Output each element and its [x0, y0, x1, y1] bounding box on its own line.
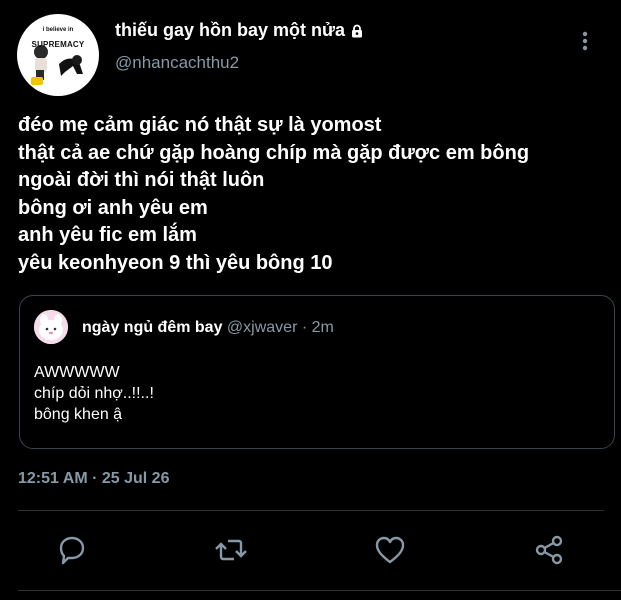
lock-icon: [352, 24, 363, 37]
avatar-text-main: SUPREMACY: [31, 40, 85, 49]
tweet-line: yêu keonhyeon 9 thì yêu bông 10: [18, 251, 333, 274]
tweet-line: thật cả ae chứ gặp hoàng chíp mà gặp đượ…: [18, 141, 530, 164]
quoted-line: AWWWWW: [34, 364, 120, 381]
avatar-text-top: i believe in: [42, 27, 74, 33]
tweet-line: đéo mẹ cảm giác nó thật sự là yomost: [18, 114, 382, 136]
quoted-text: AWWWWW chíp dỏi nhợ..!!..! bông khen ậ: [34, 362, 154, 425]
reply-icon[interactable]: [55, 533, 89, 567]
author-name-row: thiếu gay hồn bay một nửa: [115, 20, 364, 41]
quoted-display-name[interactable]: ngày ngủ đêm bay: [82, 319, 222, 336]
tweet-line: ngoài đời thì nói thật luôn: [18, 169, 265, 191]
quoted-author-avatar[interactable]: [34, 310, 68, 344]
like-icon[interactable]: [373, 533, 407, 567]
author-handle[interactable]: @nhancachthu2: [115, 53, 239, 73]
tweet-line: anh yêu fic em lắm: [18, 224, 197, 246]
tweet-line: bông ơi anh yêu em: [18, 196, 208, 219]
tweet-timestamp[interactable]: 12:51 AM · 25 Jul 26: [18, 470, 169, 488]
quoted-avatar-illustration: [34, 310, 68, 344]
author-display-name[interactable]: thiếu gay hồn bay một nửa: [115, 20, 345, 41]
quoted-handle-time: @xjwaver · 2m: [226, 319, 334, 336]
quoted-header: ngày ngủ đêm bay @xjwaver · 2m: [82, 319, 334, 337]
quoted-line: bông khen ậ: [34, 406, 123, 423]
divider: [18, 510, 604, 511]
quoted-line: chíp dỏi nhợ..!!..!: [34, 385, 154, 402]
quoted-tweet[interactable]: ngày ngủ đêm bay @xjwaver · 2m AWWWWW ch…: [19, 295, 615, 449]
more-options-icon[interactable]: [577, 30, 593, 54]
author-avatar[interactable]: i believe in SUPREMACY: [17, 14, 99, 96]
bottom-divider: [18, 590, 621, 591]
retweet-icon[interactable]: [214, 533, 248, 567]
share-icon[interactable]: [532, 533, 566, 567]
tweet-text: đéo mẹ cảm giác nó thật sự là yomost thậ…: [18, 112, 529, 277]
